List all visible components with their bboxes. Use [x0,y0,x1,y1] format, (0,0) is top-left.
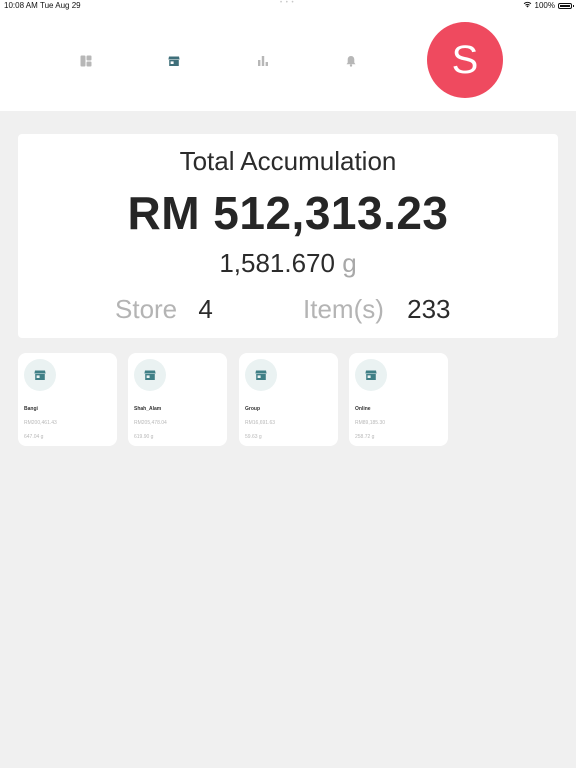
store-icon [355,359,387,391]
store-card-online[interactable]: Online RM89,185.30 258.72 g [349,353,448,446]
store-name: Bangi [24,406,38,412]
store-count-value: 4 [198,294,213,324]
total-accumulation-card: Total Accumulation RM 512,313.23 1,581.6… [18,134,558,338]
store-icon [245,359,277,391]
store-amount: RM89,185.30 [355,420,386,426]
avatar[interactable]: S [427,22,503,98]
store-weight: 647.04 g [24,434,44,440]
store-name: Shah_Alam [134,406,162,412]
bar-chart-icon[interactable] [257,55,269,67]
dashboard-icon[interactable] [80,55,92,67]
top-navigation: S [0,12,576,111]
store-name: Group [245,406,260,412]
store-icon[interactable] [168,55,180,67]
store-card-bangi[interactable]: Bangi RM200,461.43 647.04 g [18,353,117,446]
summary-title: Total Accumulation [179,146,397,176]
store-weight: 619.90 g [134,434,154,440]
store-icon [134,359,166,391]
total-weight: 1,581.670 g [18,248,558,279]
store-amount: RM16,691.63 [245,420,276,426]
store-weight: 258.72 g [355,434,375,440]
status-date: Tue Aug 29 [40,1,81,10]
total-weight-unit: g [342,248,357,278]
store-card-group[interactable]: Group RM16,691.63 59.63 g [239,353,338,446]
wifi-icon [523,1,532,10]
item-count-label: Item(s) [303,294,384,324]
store-name: Online [355,406,371,412]
bell-icon[interactable] [345,55,357,67]
battery-percentage: 100% [534,1,555,10]
store-card-shah-alam[interactable]: Shah_Alam RM205,478.04 619.90 g [128,353,227,446]
status-time: 10:08 AM [4,1,38,10]
total-weight-value: 1,581.670 [219,248,335,278]
avatar-initial: S [451,37,479,82]
store-count-stat: Store 4 [115,294,213,325]
battery-icon [558,2,574,9]
item-count-stat: Item(s) 233 [303,294,451,325]
total-amount: RM 512,313.23 [127,187,449,239]
status-bar: 10:08 AM Tue Aug 29 • • • 100% [0,0,576,12]
store-icon [24,359,56,391]
item-count-value: 233 [407,294,451,324]
store-count-label: Store [115,294,178,324]
status-indicators: 100% [523,1,574,10]
multitasking-dots[interactable]: • • • [280,0,295,6]
store-amount: RM200,461.43 [24,420,57,426]
store-weight: 59.63 g [245,434,262,440]
store-amount: RM205,478.04 [134,420,167,426]
